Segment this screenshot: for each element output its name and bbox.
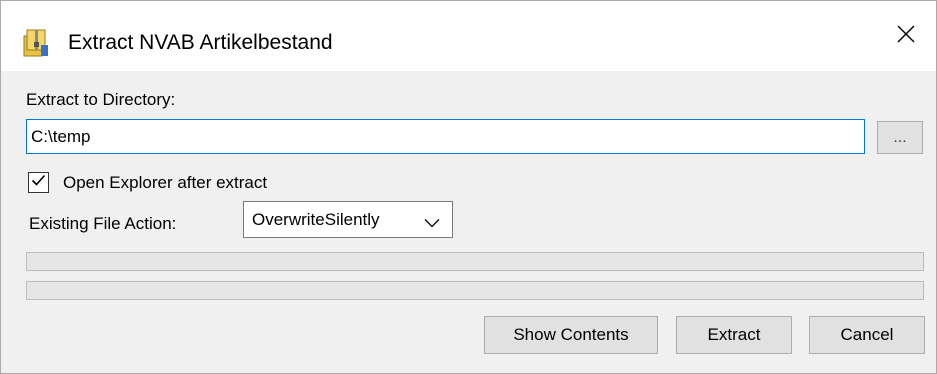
cancel-button[interactable]: Cancel xyxy=(809,316,925,354)
file-action-value: OverwriteSilently xyxy=(252,210,380,229)
open-explorer-checkbox[interactable] xyxy=(28,172,49,193)
progress-bar-overall xyxy=(26,252,924,271)
directory-input[interactable] xyxy=(26,119,865,154)
browse-button[interactable]: ... xyxy=(877,121,923,154)
title-bar: Extract NVAB Artikelbestand xyxy=(1,1,936,71)
archive-zip-icon xyxy=(23,27,49,57)
close-icon xyxy=(897,25,915,48)
file-action-label: Existing File Action: xyxy=(29,214,177,233)
directory-label: Extract to Directory: xyxy=(26,90,176,109)
window-title: Extract NVAB Artikelbestand xyxy=(68,31,333,54)
chevron-down-icon xyxy=(424,215,440,228)
file-action-dropdown[interactable]: OverwriteSilently xyxy=(243,201,453,238)
open-explorer-label: Open Explorer after extract xyxy=(63,173,268,192)
show-contents-button[interactable]: Show Contents xyxy=(484,316,658,354)
extract-dialog: Extract NVAB Artikelbestand Extract to D… xyxy=(0,0,937,374)
checkmark-icon xyxy=(31,174,46,192)
extract-button[interactable]: Extract xyxy=(676,316,792,354)
close-button[interactable] xyxy=(876,1,936,71)
progress-bar-file xyxy=(26,281,924,300)
dialog-body: Extract to Directory: ... Open Explorer … xyxy=(1,71,936,373)
